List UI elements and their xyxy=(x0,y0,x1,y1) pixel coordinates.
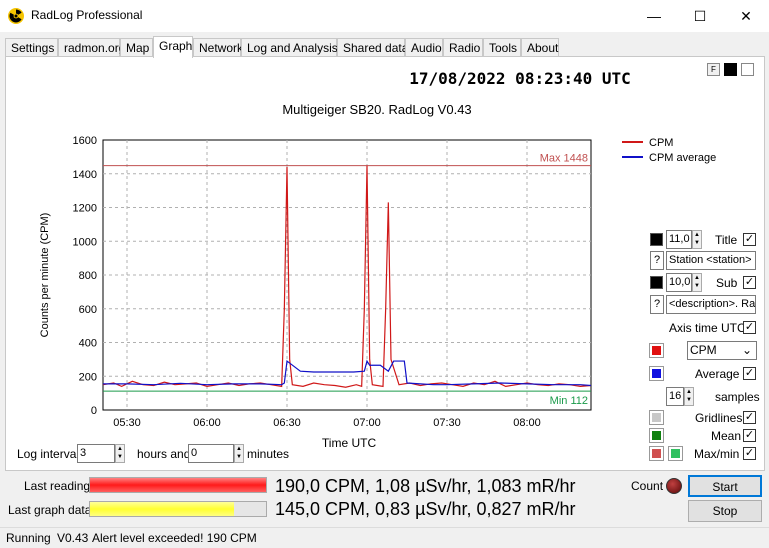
last-graph-value: 145,0 CPM, 0,83 µSv/hr, 0,827 mR/hr xyxy=(275,499,576,519)
x-tick-label: 07:00 xyxy=(353,417,381,429)
count-led-icon xyxy=(666,478,682,494)
y-tick-label: 200 xyxy=(79,371,97,383)
stop-button[interactable]: Stop xyxy=(688,500,762,522)
series-select-value: CPM xyxy=(690,343,717,357)
title-font-size[interactable]: 11,0 xyxy=(666,230,692,249)
chart-title: Multigeiger SB20. RadLog V0.43 xyxy=(282,102,471,117)
log-interval-label: Log interval xyxy=(17,447,80,461)
y-tick-label: 800 xyxy=(79,270,97,282)
gridlines-label: Gridlines xyxy=(695,411,743,425)
title-color-swatch[interactable] xyxy=(650,233,663,246)
status-bar: Running V0.43 Alert level exceeded! 190 … xyxy=(0,527,769,548)
sub-help-button[interactable]: ? xyxy=(650,295,664,314)
average-label: Average xyxy=(695,367,740,381)
average-checkbox[interactable]: ✓ xyxy=(743,367,756,380)
cpm-chart: Multigeiger SB20. RadLog V0.43 0 200 400 600… xyxy=(39,102,716,450)
x-tick-label: 06:00 xyxy=(193,417,221,429)
title-label: Title xyxy=(715,233,738,247)
y-tick-label: 600 xyxy=(79,304,97,316)
mean-checkbox[interactable]: ✓ xyxy=(743,429,756,442)
x-tick-label: 05:30 xyxy=(113,417,141,429)
y-tick-label: 1400 xyxy=(73,169,97,181)
gridlines-checkbox[interactable]: ✓ xyxy=(743,411,756,424)
y-tick-label: 1200 xyxy=(73,203,97,215)
last-reading-label: Last reading xyxy=(24,479,91,493)
status-message: Alert level exceeded! 190 CPM xyxy=(92,531,257,545)
count-label: Count xyxy=(631,479,664,493)
sub-checkbox[interactable]: ✓ xyxy=(743,276,756,289)
last-reading-bar-fill xyxy=(90,478,266,492)
max-label: Max 1448 xyxy=(540,153,588,165)
hours-label: hours and xyxy=(137,447,191,461)
log-minutes-spinner[interactable]: ▲ ▼ xyxy=(234,444,244,463)
minutes-label: minutes xyxy=(247,447,290,461)
last-graph-bar xyxy=(89,501,267,517)
chevron-down-icon: ⌄ xyxy=(741,343,752,357)
x-tick-label: 07:30 xyxy=(433,417,461,429)
samples-label: samples xyxy=(715,390,760,404)
y-axis-label: Counts per minute (CPM) xyxy=(39,213,51,338)
axis-utc-label: Axis time UTC xyxy=(669,321,746,335)
min-label: Min 112 xyxy=(550,395,588,407)
last-reading-bar xyxy=(89,477,267,493)
title-text-input[interactable]: Station <station> i xyxy=(666,251,756,270)
log-minutes-input[interactable]: 0 xyxy=(188,444,234,463)
tab-graph[interactable]: Graph xyxy=(153,36,193,58)
average-color-swatch[interactable] xyxy=(649,366,664,381)
samples-input[interactable]: 16 xyxy=(666,387,684,406)
min-color-swatch[interactable] xyxy=(668,446,683,461)
sub-label: Sub xyxy=(716,276,738,290)
title-size-spinner[interactable]: ▲ ▼ xyxy=(692,230,702,249)
status-state: Running xyxy=(6,531,51,545)
mean-label: Mean xyxy=(711,429,742,443)
axis-utc-checkbox[interactable]: ✓ xyxy=(743,321,756,334)
mean-color-swatch[interactable] xyxy=(649,428,664,443)
y-tick-label: 1600 xyxy=(73,135,97,147)
x-axis-label: Time UTC xyxy=(322,436,377,450)
title-checkbox[interactable]: ✓ xyxy=(743,233,756,246)
cpm-color-swatch[interactable] xyxy=(649,343,664,358)
max-color-swatch[interactable] xyxy=(649,446,664,461)
log-hours-spinner[interactable]: ▲ ▼ xyxy=(115,444,125,463)
last-graph-label: Last graph data xyxy=(8,503,92,517)
log-hours-input[interactable]: 3 xyxy=(77,444,115,463)
sub-size-spinner[interactable]: ▲ ▼ xyxy=(692,273,702,292)
legend-label: CPM average xyxy=(649,152,716,164)
title-help-button[interactable]: ? xyxy=(650,251,664,270)
last-graph-bar-fill xyxy=(90,502,235,516)
status-version: V0.43 xyxy=(57,531,89,545)
sub-color-swatch[interactable] xyxy=(650,276,663,289)
series-select[interactable]: CPM ⌄ xyxy=(687,341,757,360)
last-reading-value: 190,0 CPM, 1,08 µSv/hr, 1,083 mR/hr xyxy=(275,476,576,496)
sub-text-input[interactable]: <description>. Rad xyxy=(666,295,756,314)
x-tick-label: 06:30 xyxy=(273,417,301,429)
y-tick-label: 0 xyxy=(91,405,97,417)
sub-font-size[interactable]: 10,0 xyxy=(666,273,692,292)
legend-label: CPM xyxy=(649,137,673,149)
samples-spinner[interactable]: ▲ ▼ xyxy=(684,387,694,406)
maxmin-label: Max/min xyxy=(694,447,740,461)
gridlines-color-swatch[interactable] xyxy=(649,410,664,425)
maxmin-checkbox[interactable]: ✓ xyxy=(743,447,756,460)
x-tick-label: 08:00 xyxy=(513,417,541,429)
start-button[interactable]: Start xyxy=(688,475,762,497)
y-tick-label: 400 xyxy=(79,338,97,350)
y-tick-label: 1000 xyxy=(73,236,97,248)
